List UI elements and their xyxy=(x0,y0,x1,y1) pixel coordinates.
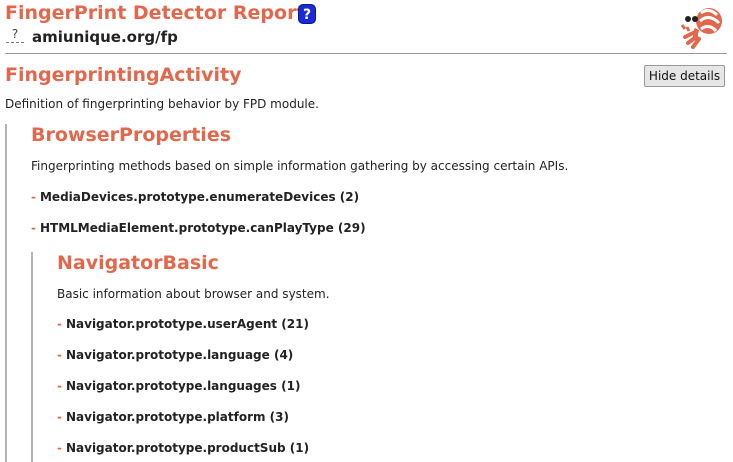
activity-description: Definition of fingerprinting behavior by… xyxy=(5,97,319,111)
list-item: - Navigator.prototype.languages (1) xyxy=(57,379,301,393)
report-header: FingerPrint Detector Report ? ? amiuniqu… xyxy=(5,0,727,54)
group-title-browser-properties: BrowserProperties xyxy=(31,124,232,146)
help-icon[interactable]: ? xyxy=(298,4,316,24)
browser-properties-border xyxy=(5,124,7,462)
site-name: amiunique.org/fp xyxy=(32,28,178,46)
navigator-basic-border xyxy=(31,252,33,462)
group-description-browser-properties: Fingerprinting methods based on simple i… xyxy=(31,159,569,173)
list-item-label: Navigator.prototype.languages (1) xyxy=(65,379,301,393)
list-item-label: HTMLMediaElement.prototype.canPlayType (… xyxy=(39,221,366,235)
activity-title: FingerprintingActivity xyxy=(5,64,242,86)
hide-details-button[interactable]: Hide details xyxy=(644,65,725,87)
hermit-crab-logo-icon xyxy=(680,8,722,49)
list-item: - MediaDevices.prototype.enumerateDevices… xyxy=(31,190,360,204)
list-item: - Navigator.prototype.productSub (1) xyxy=(57,441,310,455)
group-description-navigator-basic: Basic information about browser and syst… xyxy=(57,287,330,301)
list-item-label: Navigator.prototype.platform (3) xyxy=(65,410,289,424)
list-item: - Navigator.prototype.language (4) xyxy=(57,348,294,362)
list-item-label: MediaDevices.prototype.enumerateDevices … xyxy=(39,190,360,204)
fpd-report-page: FingerPrint Detector Report ? ? amiuniqu… xyxy=(0,0,733,462)
list-item: - HTMLMediaElement.prototype.canPlayType … xyxy=(31,221,366,235)
site-favicon-icon: ? xyxy=(5,28,25,48)
group-title-navigator-basic: NavigatorBasic xyxy=(57,252,219,274)
list-item-label: Navigator.prototype.userAgent (21) xyxy=(65,317,309,331)
list-item: - Navigator.prototype.userAgent (21) xyxy=(57,317,309,331)
list-item-label: Navigator.prototype.language (4) xyxy=(65,348,294,362)
list-item: - Navigator.prototype.platform (3) xyxy=(57,410,289,424)
list-item-label: Navigator.prototype.productSub (1) xyxy=(65,441,310,455)
report-title: FingerPrint Detector Report xyxy=(5,2,306,24)
